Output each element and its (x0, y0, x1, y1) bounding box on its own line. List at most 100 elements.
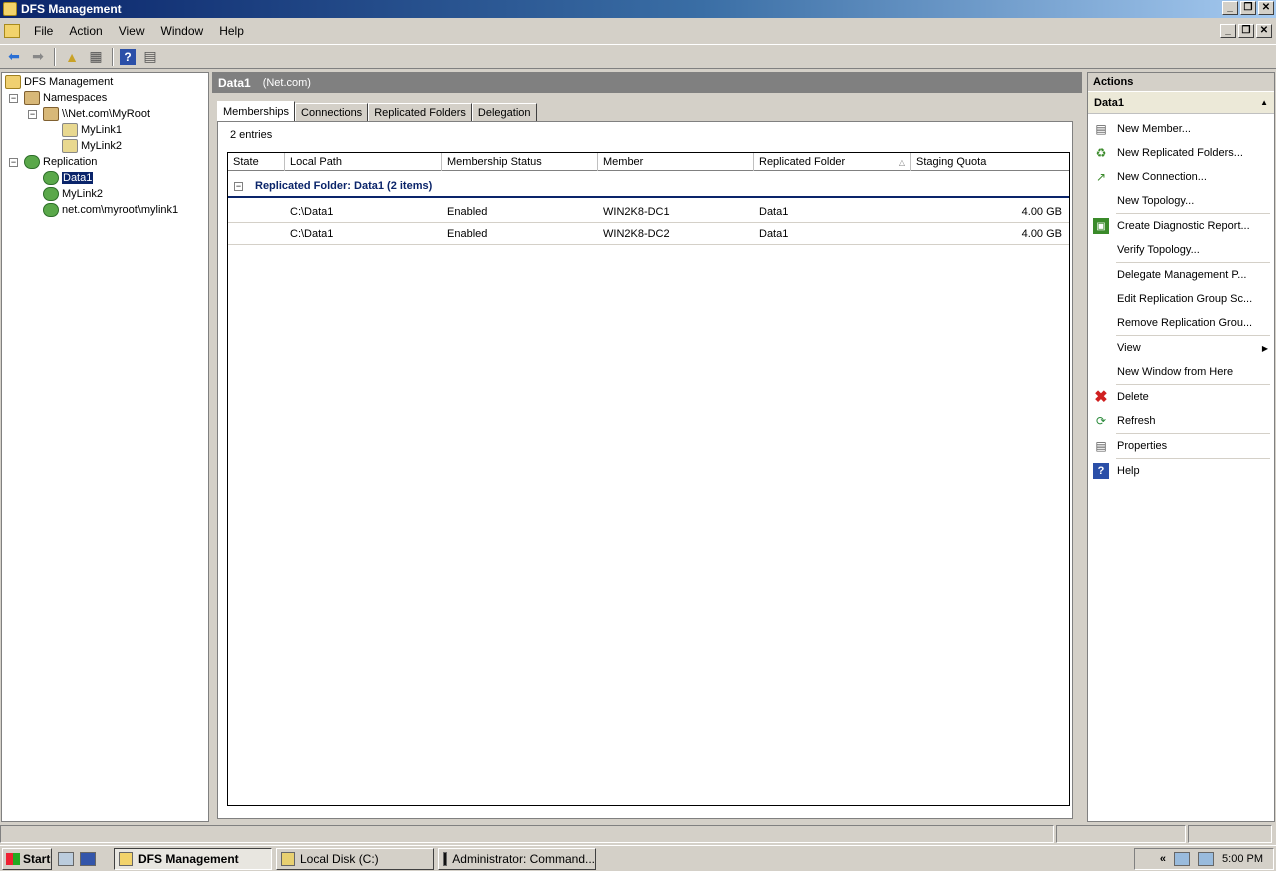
collapse-replication-toggle[interactable]: − (9, 158, 18, 167)
minimize-button[interactable]: _ (1222, 1, 1238, 15)
results-header: Data1 (Net.com) (212, 72, 1082, 93)
action-new-connection[interactable]: ↗ New Connection... (1088, 166, 1274, 188)
tree-node-mylink2-group[interactable]: MyLink2 (43, 186, 103, 202)
new-replicated-folders-icon: ♻ (1095, 146, 1107, 160)
diagnostic-report-icon: ▣ (1093, 218, 1109, 234)
tree-node-data1[interactable]: Data1 (43, 170, 95, 186)
dfs-app-icon (119, 851, 133, 866)
child-minimize-button[interactable]: _ (1220, 24, 1236, 38)
tree-label: Replication (43, 156, 98, 168)
tree-node-mylink1[interactable]: MyLink1 (62, 122, 122, 138)
action-new-member[interactable]: ▤ New Member... (1088, 118, 1274, 140)
menu-help[interactable]: Help (211, 24, 252, 38)
taskbar-button-command-prompt[interactable]: Administrator: Command... (438, 847, 596, 870)
table-row[interactable]: C:\Data1 Enabled WIN2K8-DC1 Data1 4.00 G… (228, 201, 1069, 223)
table-row[interactable]: C:\Data1 Enabled WIN2K8-DC2 Data1 4.00 G… (228, 223, 1069, 245)
menu-window[interactable]: Window (153, 24, 212, 38)
blank-icon (1093, 267, 1109, 283)
column-header-local-path[interactable]: Local Path (285, 153, 442, 171)
action-edit-replication-group-schedule[interactable]: Edit Replication Group Sc... (1088, 288, 1274, 310)
action-help[interactable]: ? Help (1088, 460, 1274, 482)
separator (1116, 458, 1270, 459)
actions-section-header[interactable]: Data1 ▲ (1088, 92, 1274, 114)
action-delegate-management[interactable]: Delegate Management P... (1088, 264, 1274, 286)
tree-node-mylink1-group[interactable]: net.com\myroot\mylink1 (43, 202, 178, 218)
server-manager-icon[interactable] (58, 851, 74, 866)
tab-delegation[interactable]: Delegation (471, 103, 537, 122)
start-button[interactable]: Start (2, 847, 52, 870)
column-header-staging-quota[interactable]: Staging Quota (911, 153, 1069, 171)
network-icon[interactable] (1174, 852, 1191, 866)
tree-node-replication[interactable]: Replication (24, 154, 97, 170)
cell-staging-quota: 4.00 GB (1021, 228, 1062, 240)
child-close-button[interactable]: ✕ (1256, 24, 1272, 38)
new-member-icon: ▤ (1095, 122, 1107, 136)
column-header-member[interactable]: Member (598, 153, 754, 171)
action-delete[interactable]: ✖ Delete (1088, 386, 1274, 408)
collapse-section-icon[interactable]: ▲ (1260, 98, 1268, 107)
action-new-topology[interactable]: New Topology... (1088, 190, 1274, 212)
action-view[interactable]: View ▶ (1088, 337, 1274, 359)
show-hide-action-pane-icon[interactable]: ▤ (140, 47, 160, 67)
child-restore-button[interactable]: ❐ (1238, 24, 1254, 38)
properties-icon: ▤ (1095, 439, 1107, 453)
action-refresh[interactable]: ⟳ Refresh (1088, 410, 1274, 432)
action-new-replicated-folders[interactable]: ♻ New Replicated Folders... (1088, 142, 1274, 164)
column-header-replicated-folder[interactable]: Replicated Folder △ (754, 153, 911, 171)
tree-node-dfs-management[interactable]: DFS Management (5, 74, 113, 90)
collapse-namespace-root-toggle[interactable]: − (28, 110, 37, 119)
forward-icon[interactable]: ➡ (28, 47, 48, 67)
blank-icon (1093, 364, 1109, 380)
column-header-state[interactable]: State (228, 153, 285, 171)
taskbar-button-dfs-management[interactable]: DFS Management (114, 847, 272, 870)
tab-memberships[interactable]: Memberships (217, 101, 296, 122)
menu-view[interactable]: View (111, 24, 153, 38)
taskbar-button-local-disk[interactable]: Local Disk (C:) (276, 847, 434, 870)
collapse-group-toggle[interactable]: − (234, 181, 243, 191)
tab-connections[interactable]: Connections (295, 103, 369, 122)
blank-icon (1093, 193, 1109, 209)
up-folder-icon[interactable]: ▲ (62, 47, 82, 67)
action-create-diagnostic-report[interactable]: ▣ Create Diagnostic Report... (1088, 215, 1274, 237)
separator (1116, 262, 1270, 263)
back-icon[interactable]: ⬅ (4, 47, 24, 67)
group-header[interactable]: − Replicated Folder: Data1 (2 items) (228, 176, 1069, 198)
cell-replicated-folder: Data1 (759, 228, 789, 240)
menu-action[interactable]: Action (61, 24, 110, 38)
actions-section-title: Data1 (1094, 96, 1124, 109)
action-verify-topology[interactable]: Verify Topology... (1088, 239, 1274, 261)
blank-icon (1093, 315, 1109, 331)
status-section (1188, 825, 1272, 843)
show-hide-tree-icon[interactable]: ▦ (86, 47, 106, 67)
network-disconnected-icon[interactable] (1198, 852, 1215, 866)
windows-logo-icon (6, 852, 20, 865)
dfs-app-icon (3, 2, 17, 16)
column-header-membership-status[interactable]: Membership Status (442, 153, 598, 171)
action-properties[interactable]: ▤ Properties (1088, 435, 1274, 457)
tree-node-namespace-root[interactable]: \\Net.com\MyRoot (43, 106, 150, 122)
action-remove-replication-group[interactable]: Remove Replication Grou... (1088, 312, 1274, 334)
collapse-namespaces-toggle[interactable]: − (9, 94, 18, 103)
cell-member: WIN2K8-DC1 (603, 206, 670, 218)
show-desktop-icon[interactable] (80, 851, 96, 866)
mmc-icon[interactable] (4, 24, 20, 38)
memberships-list[interactable]: State Local Path Membership Status Membe… (227, 152, 1070, 806)
cell-membership-status: Enabled (447, 228, 488, 240)
folder-icon (281, 851, 295, 866)
results-subtitle: (Net.com) (262, 76, 311, 89)
show-hidden-icons-button[interactable]: « (1160, 853, 1166, 865)
tab-replicated-folders[interactable]: Replicated Folders (368, 103, 472, 122)
separator (1116, 433, 1270, 434)
tree-node-namespaces[interactable]: Namespaces (24, 90, 107, 106)
results-pane: Data1 (Net.com) Memberships Connections … (212, 72, 1082, 822)
tree-node-mylink2[interactable]: MyLink2 (62, 138, 122, 154)
menu-file[interactable]: File (26, 24, 61, 38)
action-new-window-from-here[interactable]: New Window from Here (1088, 361, 1274, 383)
close-button[interactable]: ✕ (1258, 1, 1274, 15)
replication-icon (24, 155, 40, 169)
restore-button[interactable]: ❐ (1240, 1, 1256, 15)
cell-membership-status: Enabled (447, 206, 488, 218)
blank-icon (1093, 340, 1109, 356)
clock[interactable]: 5:00 PM (1222, 853, 1263, 865)
help-icon[interactable]: ? (120, 48, 136, 65)
